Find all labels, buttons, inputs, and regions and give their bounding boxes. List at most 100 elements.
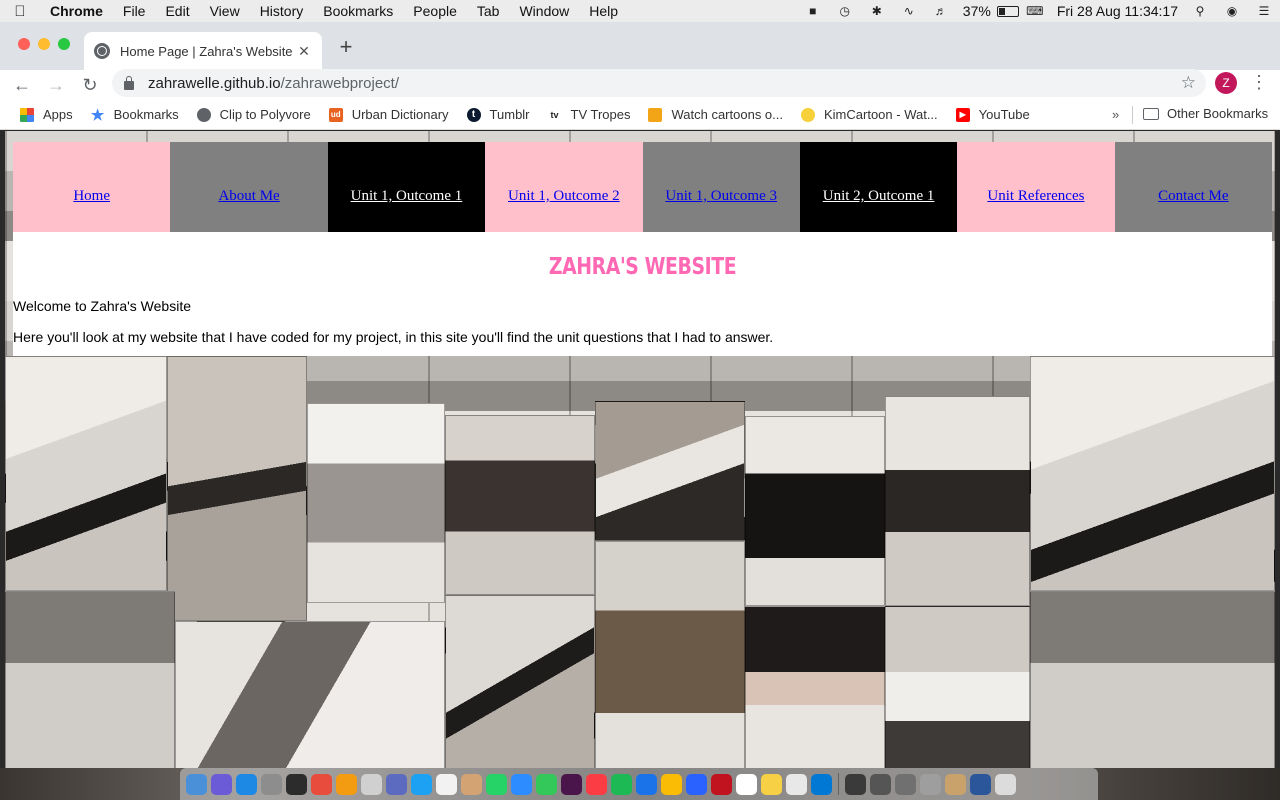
camera-icon[interactable]: ■ (802, 3, 824, 19)
dock-app-icon[interactable] (920, 773, 941, 795)
bookmark-star-icon[interactable]: ☆ (1181, 73, 1196, 93)
bookmark-tv-tropes[interactable]: tv TV Tropes (548, 107, 631, 122)
menu-edit[interactable]: Edit (155, 0, 199, 22)
menu-bookmarks[interactable]: Bookmarks (313, 0, 403, 22)
notification-center-icon[interactable]: ☰ (1253, 3, 1275, 19)
dock-app-icon[interactable] (611, 773, 632, 795)
dock-app-icon[interactable] (586, 773, 607, 795)
dock-app-icon[interactable] (386, 773, 407, 795)
apple-menu-icon[interactable]:  (0, 3, 40, 20)
nav-unit1-outcome1-link[interactable]: Unit 1, Outcome 1 (327, 142, 486, 232)
dock-app-icon[interactable] (511, 773, 532, 795)
zoom-window-icon[interactable] (58, 38, 70, 50)
dock-app-icon[interactable] (845, 773, 866, 795)
bookmark-youtube[interactable]: ▶ YouTube (955, 107, 1030, 122)
dock-app-icon[interactable] (736, 773, 757, 795)
time-machine-icon[interactable]: ◷ (834, 3, 856, 19)
nav-about-me-link[interactable]: About Me (170, 142, 328, 232)
bookmark-kimcartoon[interactable]: KimCartoon - Wat... (801, 107, 938, 122)
dock-app-icon[interactable] (436, 773, 457, 795)
collage-photo (5, 591, 175, 768)
menu-file[interactable]: File (113, 0, 156, 22)
nav-unit2-outcome1-link[interactable]: Unit 2, Outcome 1 (799, 142, 958, 232)
dock-app-icon[interactable] (411, 773, 432, 795)
dock-app-icon[interactable] (811, 773, 832, 795)
dock-app-icon[interactable] (561, 773, 582, 795)
menu-help[interactable]: Help (579, 0, 628, 22)
bookmark-watch-cartoons[interactable]: Watch cartoons o... (648, 107, 783, 122)
page-viewport[interactable]: Home About Me Unit 1, Outcome 1 Unit 1, … (5, 131, 1275, 768)
volume-icon[interactable]: ♬ (930, 3, 952, 19)
bookmarks-bar: Apps ★ Bookmarks Clip to Polyvore ud Urb… (0, 100, 1280, 130)
menu-window[interactable]: Window (509, 0, 579, 22)
menu-view[interactable]: View (200, 0, 250, 22)
other-bookmarks[interactable]: Other Bookmarks (1143, 106, 1268, 121)
nav-home-link[interactable]: Home (13, 142, 171, 232)
bookmark-tumblr[interactable]: t Tumblr (466, 107, 530, 122)
dock-app-icon[interactable] (286, 773, 307, 795)
bookmark-urban-dictionary[interactable]: ud Urban Dictionary (328, 107, 449, 122)
new-tab-button[interactable]: + (334, 36, 358, 60)
dock-app-icon[interactable] (536, 773, 557, 795)
nav-unit1-outcome2-link[interactable]: Unit 1, Outcome 2 (485, 142, 643, 232)
close-tab-icon[interactable]: ✕ (296, 43, 312, 60)
clock[interactable]: Fri 28 Aug 11:34:17 (1057, 3, 1178, 19)
dock-app-icon[interactable] (336, 773, 357, 795)
dock-app-icon[interactable] (461, 773, 482, 795)
minimize-window-icon[interactable] (38, 38, 50, 50)
dock-app-icon[interactable] (661, 773, 682, 795)
menu-history[interactable]: History (250, 0, 314, 22)
collage-photo (885, 606, 1030, 768)
star-icon: ★ (90, 106, 105, 124)
wifi-icon[interactable]: ∿ (898, 3, 920, 19)
dock (180, 768, 1098, 800)
dock-app-icon[interactable] (186, 773, 207, 795)
nav-unit-references-link[interactable]: Unit References (957, 142, 1115, 232)
bookmark-clip-to-polyvore[interactable]: Clip to Polyvore (196, 107, 311, 122)
dock-app-icon[interactable] (686, 773, 707, 795)
tab-title: Home Page | Zahra's Website (120, 43, 293, 59)
back-button[interactable]: ← (10, 73, 34, 97)
nav-contact-me-link[interactable]: Contact Me (1114, 142, 1272, 232)
dock-app-icon[interactable] (870, 773, 891, 795)
menu-tab[interactable]: Tab (467, 0, 510, 22)
address-bar[interactable]: zahrawelle.github.io/zahrawebproject/ ☆ (112, 69, 1206, 97)
spotlight-search-icon[interactable]: ⚲ (1189, 3, 1211, 19)
reload-button[interactable]: ↻ (78, 73, 102, 97)
collage-photo (167, 356, 307, 621)
dock-app-icon[interactable] (311, 773, 332, 795)
site-nav: Home About Me Unit 1, Outcome 1 Unit 1, … (13, 142, 1272, 232)
close-window-icon[interactable] (18, 38, 30, 50)
dock-app-icon[interactable] (895, 773, 916, 795)
bookmark-bookmarks[interactable]: ★ Bookmarks (90, 106, 179, 124)
dock-app-icon[interactable] (211, 773, 232, 795)
dock-app-icon[interactable] (361, 773, 382, 795)
menu-app-chrome[interactable]: Chrome (40, 0, 113, 22)
profile-avatar[interactable]: Z (1215, 72, 1237, 94)
bookmark-apps[interactable]: Apps (20, 107, 73, 122)
dock-app-icon[interactable] (970, 773, 991, 795)
lock-icon[interactable] (124, 75, 134, 90)
more-bookmarks-chevron-icon[interactable]: » (1112, 107, 1119, 122)
dock-app-icon[interactable] (945, 773, 966, 795)
dock-app-icon[interactable] (761, 773, 782, 795)
battery-percent[interactable]: 37% (963, 3, 991, 19)
collage-photo (1030, 356, 1275, 591)
bluetooth-icon[interactable]: ✱ (866, 3, 888, 19)
menu-people[interactable]: People (403, 0, 467, 22)
input-source-icon[interactable]: ⌨ (1024, 3, 1046, 19)
nav-unit1-outcome3-link[interactable]: Unit 1, Outcome 3 (642, 142, 800, 232)
dock-app-icon[interactable] (711, 773, 732, 795)
siri-icon[interactable]: ◉ (1221, 3, 1243, 19)
forward-button[interactable]: → (44, 73, 68, 97)
dock-app-icon[interactable] (786, 773, 807, 795)
browser-tab-active[interactable]: Home Page | Zahra's Website ✕ (84, 32, 322, 70)
battery-icon[interactable] (996, 5, 1019, 17)
dock-app-icon[interactable] (236, 773, 257, 795)
dock-app-icon[interactable] (995, 773, 1016, 795)
chrome-menu-icon[interactable]: ⋮ (1250, 72, 1268, 94)
dock-app-icon[interactable] (486, 773, 507, 795)
browser-toolbar: ← → ↻ zahrawelle.github.io/zahrawebproje… (0, 69, 1280, 100)
dock-app-icon[interactable] (261, 773, 282, 795)
dock-app-icon[interactable] (636, 773, 657, 795)
